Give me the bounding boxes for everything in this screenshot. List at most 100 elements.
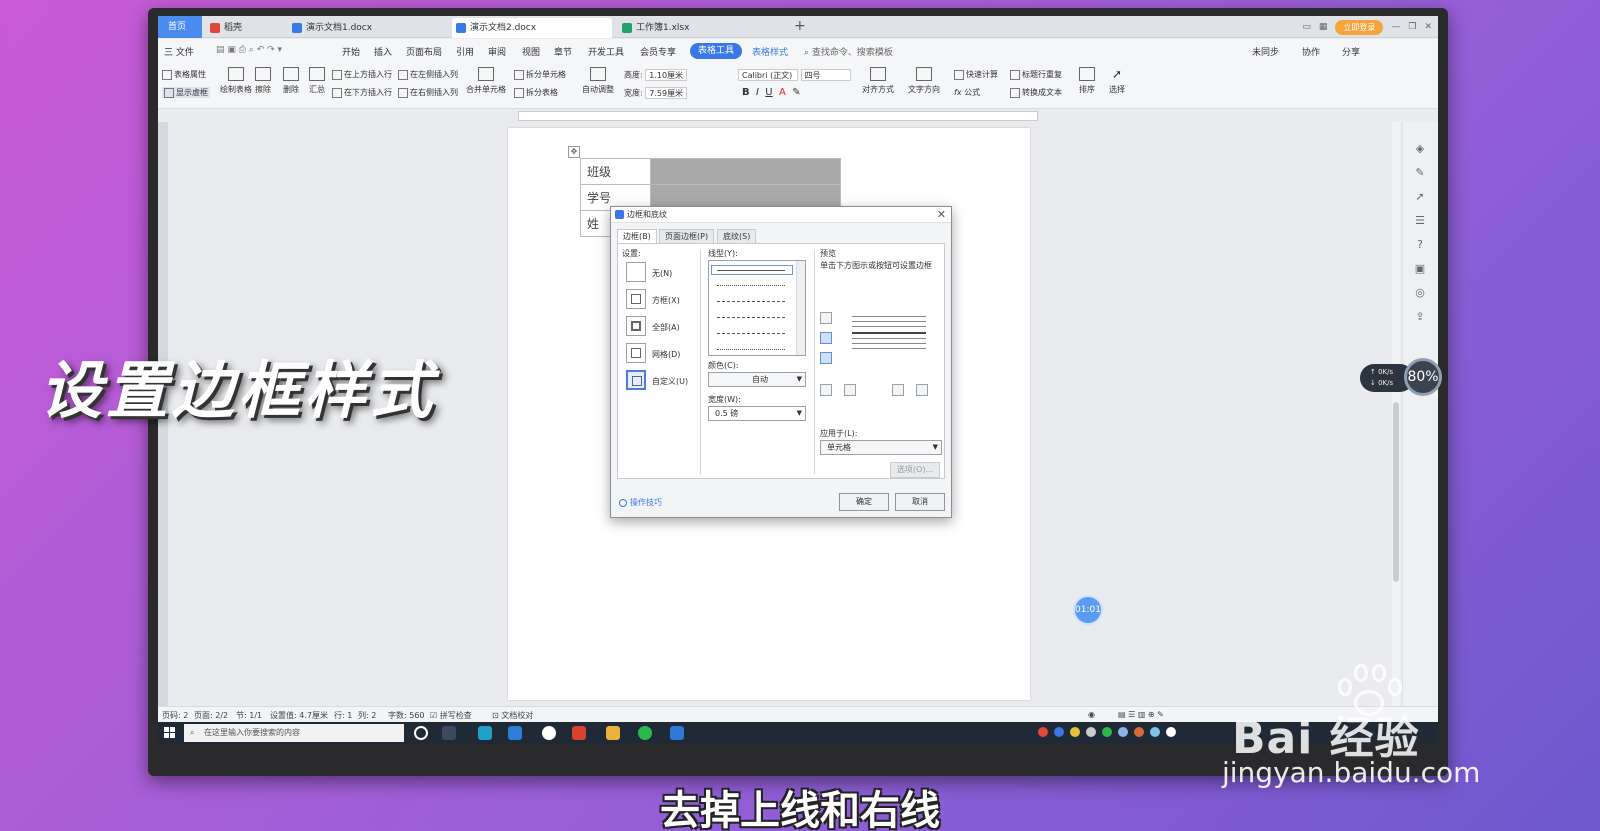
highlight-icon[interactable]: ✎: [792, 87, 800, 98]
task-view-icon[interactable]: [442, 726, 456, 740]
bold-button[interactable]: B: [742, 87, 750, 98]
border-middle-h-button[interactable]: [820, 332, 832, 344]
tab-workbook[interactable]: 工作簿1.xlsx: [618, 18, 778, 38]
cancel-button[interactable]: 取消: [895, 493, 945, 511]
folder-icon[interactable]: [606, 726, 620, 740]
ruler-track[interactable]: [518, 111, 1038, 121]
menu-layout[interactable]: 页面布局: [406, 45, 442, 58]
menu-devtools[interactable]: 开发工具: [588, 45, 624, 58]
font-name-select[interactable]: Calibri (正文): [738, 69, 798, 81]
login-button[interactable]: 立即登录: [1335, 19, 1384, 35]
font-size-select[interactable]: 四号: [800, 69, 851, 81]
maximize-icon[interactable]: ❐: [1408, 22, 1416, 32]
font-color-button[interactable]: A: [779, 87, 786, 98]
menu-table-style[interactable]: 表格样式: [752, 45, 788, 58]
line-solid[interactable]: [717, 270, 785, 271]
setting-grid[interactable]: 网格(D): [626, 343, 696, 365]
browser-icon[interactable]: [508, 726, 522, 740]
menu-home[interactable]: 开始: [342, 45, 360, 58]
insert-right-button[interactable]: 在右侧插入列: [398, 87, 458, 98]
layout-icon[interactable]: ▭: [1302, 22, 1311, 32]
color-select[interactable]: 自动 ▼: [708, 372, 806, 387]
tray-icon[interactable]: [1150, 727, 1160, 737]
menu-table-tools[interactable]: 表格工具: [690, 43, 743, 59]
sort-button[interactable]: 排序: [1074, 67, 1100, 95]
menu-view[interactable]: 视图: [522, 45, 540, 58]
autofit-button[interactable]: 自动调整: [578, 67, 618, 95]
wechat-icon[interactable]: [638, 726, 652, 740]
menu-review[interactable]: 审阅: [488, 45, 506, 58]
line-dotted[interactable]: [717, 285, 785, 286]
app-icon[interactable]: [542, 726, 556, 740]
tab-borders[interactable]: 边框(B): [617, 229, 657, 243]
line-dashed[interactable]: [717, 301, 785, 302]
sync-status[interactable]: 未同步: [1252, 45, 1279, 58]
minimize-icon[interactable]: —: [1391, 22, 1400, 32]
split-table-button[interactable]: 拆分表格: [514, 87, 558, 98]
table-cell[interactable]: [650, 158, 841, 185]
to-text-button[interactable]: 转换成文本: [1010, 87, 1062, 98]
tab-doc2[interactable]: 演示文档2.docx: [452, 18, 612, 38]
border-diag-down-button[interactable]: [916, 384, 928, 396]
width-input[interactable]: 7.59厘米: [645, 87, 688, 99]
summary-button[interactable]: 汇总: [304, 67, 330, 95]
table-props-button[interactable]: 表格属性: [162, 69, 206, 80]
insert-above-button[interactable]: 在上方插入行: [332, 69, 392, 80]
height-input[interactable]: 1.10厘米: [645, 69, 688, 81]
settings-sliders-icon[interactable]: ☰: [1413, 214, 1427, 228]
network-speed-widget[interactable]: ↑ 0K/s ↓ 0K/s 80%: [1360, 358, 1442, 398]
tab-doc1[interactable]: 演示文档1.docx: [288, 18, 448, 38]
setting-none[interactable]: 无(N): [626, 262, 696, 284]
taskbar-search[interactable]: ⌕ 在这里输入你要搜索的内容: [184, 724, 404, 742]
setting-box[interactable]: 方框(X): [626, 289, 696, 311]
border-bottom-button[interactable]: [820, 352, 832, 364]
collab-button[interactable]: 协作: [1302, 45, 1320, 58]
view-mode-icons[interactable]: ▤ ☰ ▥ ⊕ ✎: [1118, 710, 1164, 719]
setting-custom[interactable]: 自定义(U): [626, 370, 696, 392]
recording-timer[interactable]: 01:01: [1073, 595, 1103, 625]
menu-chapter[interactable]: 章节: [554, 45, 572, 58]
select-button[interactable]: ➚ 选择: [1102, 67, 1132, 95]
menu-references[interactable]: 引用: [456, 45, 474, 58]
tray-icon[interactable]: [1134, 727, 1144, 737]
erase-button[interactable]: 擦除: [250, 67, 276, 95]
quick-access-icons[interactable]: ▤ ▣ ⎙ ⌕ ↶ ↷ ▾: [216, 45, 282, 55]
merge-cells-button[interactable]: 合并单元格: [466, 67, 506, 95]
image-icon[interactable]: ▣: [1413, 262, 1427, 276]
show-grid-button[interactable]: 显示虚框: [162, 87, 210, 98]
eye-icon[interactable]: ◉: [1088, 710, 1095, 719]
command-search[interactable]: ⌕ 查找命令、搜索模板: [804, 45, 893, 58]
tray-icon[interactable]: [1118, 727, 1128, 737]
insert-below-button[interactable]: 在下方插入行: [332, 87, 392, 98]
quick-calc-button[interactable]: 快速计算: [954, 69, 998, 80]
tab-home[interactable]: 首页: [158, 16, 202, 38]
repeat-title-button[interactable]: 标题行重复: [1010, 69, 1062, 80]
apply-select[interactable]: 单元格 ▼: [820, 440, 942, 455]
tab-docer[interactable]: 稻壳: [206, 18, 286, 38]
close-icon[interactable]: ✕: [937, 207, 946, 223]
delete-button[interactable]: 删除: [278, 67, 304, 95]
border-left-button[interactable]: [844, 384, 856, 396]
border-top-button[interactable]: [820, 312, 832, 324]
text-dir-button[interactable]: 文字方向: [904, 67, 944, 95]
line-dash-dot-dot[interactable]: [717, 349, 785, 350]
cortana-icon[interactable]: [414, 726, 428, 740]
menu-insert[interactable]: 插入: [374, 45, 392, 58]
options-button[interactable]: 选项(O)...: [890, 462, 940, 478]
ok-button[interactable]: 确定: [839, 493, 889, 511]
width-select[interactable]: 0.5 磅 ▼: [708, 406, 806, 421]
align-button[interactable]: 对齐方式: [858, 67, 898, 95]
line-dash-dot[interactable]: [717, 333, 785, 334]
table-move-icon[interactable]: ✥: [568, 146, 580, 158]
pointer-icon[interactable]: ➚: [1413, 190, 1427, 204]
tray-icon[interactable]: [1086, 727, 1096, 737]
menu-member[interactable]: 会员专享: [640, 45, 676, 58]
tray-icon[interactable]: [1054, 727, 1064, 737]
linetype-scrollbar[interactable]: [796, 261, 805, 355]
help-icon[interactable]: ?: [1413, 238, 1427, 252]
app2-icon[interactable]: [670, 726, 684, 740]
table-cell[interactable]: 班级: [580, 158, 651, 185]
line-dash-long[interactable]: [717, 317, 785, 318]
formula-button[interactable]: fx 公式: [954, 87, 980, 98]
underline-button[interactable]: U: [765, 87, 772, 98]
